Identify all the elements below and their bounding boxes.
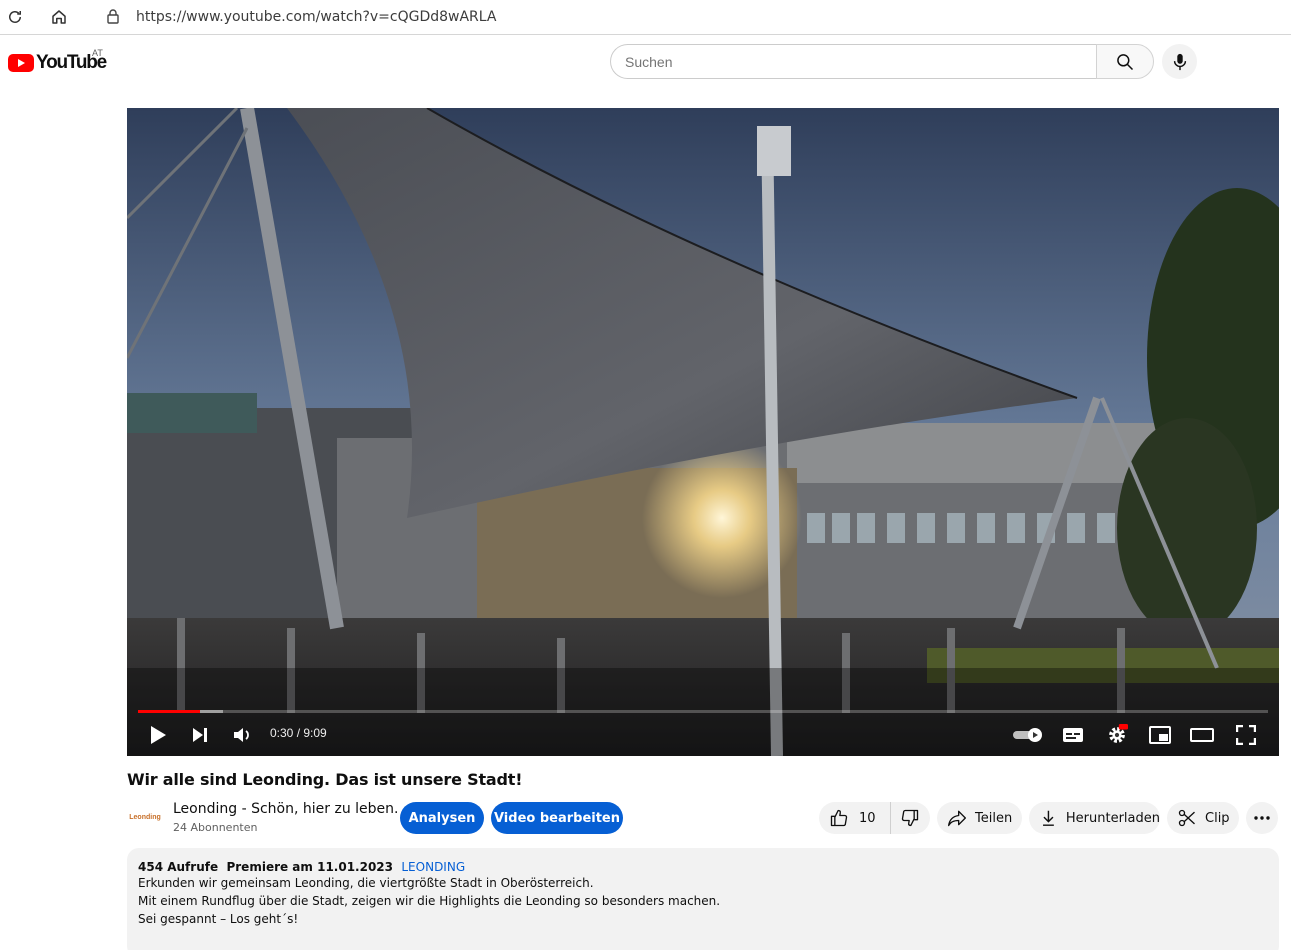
like-dislike-group: 10 [819, 802, 930, 834]
youtube-play-logo-icon [8, 54, 34, 72]
share-icon [948, 810, 966, 827]
dislike-button[interactable] [891, 802, 929, 834]
volume-icon [234, 728, 249, 742]
settings-button[interactable] [1104, 722, 1130, 748]
home-icon[interactable] [48, 6, 70, 28]
reload-icon[interactable] [4, 6, 26, 28]
video-player[interactable]: 0:30 / 9:09 [127, 108, 1279, 756]
description-line: Sei gespannt – Los geht´s! [138, 912, 299, 926]
play-button[interactable] [145, 722, 171, 748]
share-label: Teilen [975, 810, 1013, 826]
description-line: Mit einem Rundflug über die Stadt, zeige… [138, 894, 721, 908]
progress-bar[interactable] [138, 710, 1268, 713]
gear-icon [1109, 724, 1128, 743]
edit-video-button[interactable]: Video bearbeiten [491, 802, 623, 834]
more-horizontal-icon [1254, 816, 1270, 820]
search-box [610, 44, 1097, 79]
subtitles-button[interactable] [1060, 722, 1086, 748]
download-icon [1043, 810, 1054, 826]
thumbs-down-icon [901, 809, 919, 827]
browser-toolbar: https://www.youtube.com/watch?v=cQGDd8wA… [0, 0, 1291, 35]
share-button[interactable]: Teilen [937, 802, 1022, 834]
more-actions-button[interactable] [1246, 802, 1278, 834]
video-frame-image [127, 108, 1279, 756]
subtitles-icon [1063, 728, 1083, 742]
skip-next-icon [193, 728, 207, 742]
analytics-button[interactable]: Analysen [400, 802, 484, 834]
clip-button[interactable]: Clip [1167, 802, 1239, 834]
search-icon [1117, 53, 1134, 70]
search-input[interactable] [625, 53, 1085, 71]
youtube-header: YouTube AT [0, 36, 1291, 92]
scissors-icon [1178, 809, 1195, 827]
like-button[interactable]: 10 [819, 802, 891, 834]
like-count: 10 [859, 810, 876, 826]
search-button[interactable] [1096, 44, 1154, 79]
channel-name[interactable]: Leonding - Schön, hier zu leben. [173, 801, 398, 817]
download-button[interactable]: Herunterladen [1029, 802, 1160, 834]
description-box[interactable]: 454 Aufrufe Premiere am 11.01.2023 LEOND… [127, 848, 1279, 950]
microphone-icon [1173, 53, 1186, 70]
premiere-date: Premiere am 11.01.2023 [226, 860, 394, 874]
fullscreen-button[interactable] [1233, 722, 1259, 748]
channel-logo-text: Leonding [129, 813, 161, 821]
miniplayer-button[interactable] [1147, 722, 1173, 748]
fullscreen-icon [1236, 725, 1256, 745]
download-label: Herunterladen [1065, 810, 1160, 826]
hashtag-link[interactable]: LEONDING [401, 860, 465, 874]
thumbs-up-icon [830, 809, 848, 827]
description-meta: 454 Aufrufe Premiere am 11.01.2023 LEOND… [138, 860, 1268, 874]
clip-label: Clip [1205, 810, 1230, 826]
autoplay-toggle[interactable] [1011, 722, 1045, 748]
time-display: 0:30 / 9:09 [270, 726, 327, 740]
channel-avatar[interactable]: Leonding [127, 803, 163, 831]
next-button[interactable] [187, 722, 213, 748]
view-count: 454 Aufrufe [138, 860, 219, 874]
voice-search-button[interactable] [1162, 44, 1197, 79]
description-line: Erkunden wir gemeinsam Leonding, die vie… [138, 876, 594, 890]
country-code: AT [92, 48, 103, 58]
subscriber-count: 24 Abonnenten [173, 821, 258, 834]
address-bar[interactable]: https://www.youtube.com/watch?v=cQGDd8wA… [88, 2, 1291, 32]
url-text[interactable]: https://www.youtube.com/watch?v=cQGDd8wA… [136, 9, 496, 25]
volume-button[interactable] [230, 722, 256, 748]
play-icon [151, 726, 166, 744]
miniplayer-icon [1149, 726, 1171, 744]
autoplay-toggle-icon [1013, 728, 1042, 742]
progress-played [138, 710, 201, 713]
video-title: Wir alle sind Leonding. Das ist unsere S… [127, 770, 523, 789]
theater-mode-button[interactable] [1189, 722, 1215, 748]
hd-badge-icon [1118, 724, 1128, 730]
lock-icon[interactable] [106, 8, 120, 29]
theater-mode-icon [1190, 728, 1214, 742]
